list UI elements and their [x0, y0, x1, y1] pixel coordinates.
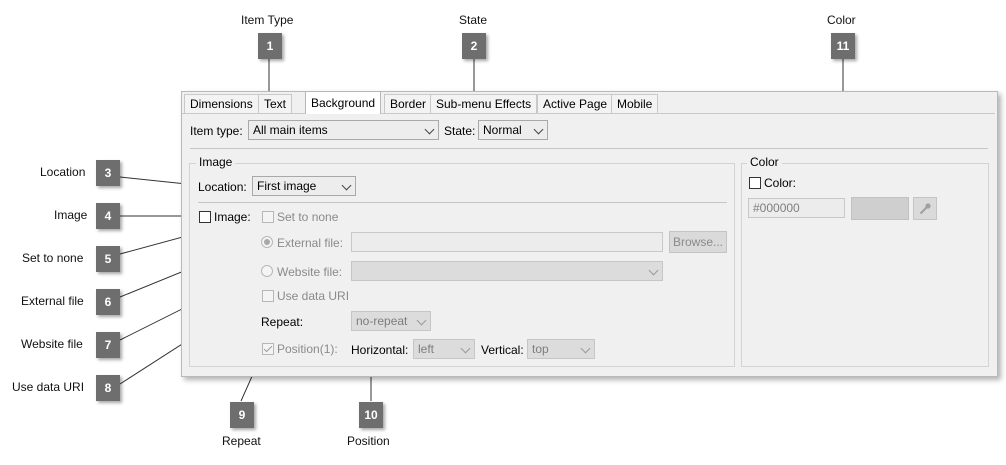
tab-text[interactable]: Text: [258, 94, 293, 113]
chevron-down-icon: [648, 265, 659, 276]
external-file-input[interactable]: [351, 232, 663, 252]
callout-badge-4: 4: [96, 203, 120, 229]
website-file-select[interactable]: [351, 261, 663, 281]
chevron-down-icon: [460, 343, 471, 354]
website-file-label: Website file:: [277, 265, 343, 279]
use-data-uri-checkbox[interactable]: [262, 290, 274, 302]
use-data-uri-label: Use data URI: [277, 289, 350, 303]
callout-label-position: Position: [347, 434, 390, 448]
eyedropper-icon: [919, 203, 931, 215]
chevron-down-icon: [424, 124, 435, 135]
external-file-label: External file:: [277, 236, 344, 250]
callout-badge-9: 9: [230, 402, 254, 428]
website-file-radio[interactable]: [261, 265, 273, 277]
radio-dot: [264, 239, 270, 245]
image-group-title: Image: [196, 155, 236, 169]
repeat-label: Repeat:: [261, 315, 304, 329]
vertical-value: top: [532, 342, 549, 356]
location-select[interactable]: First image: [252, 176, 356, 196]
tab-active-page[interactable]: Active Page: [537, 94, 614, 113]
color-swatch[interactable]: [851, 197, 909, 220]
item-type-label: Item type:: [190, 124, 243, 138]
vertical-select[interactable]: top: [527, 339, 595, 359]
callout-badge-5: 5: [96, 246, 120, 272]
callout-badge-11: 11: [831, 33, 855, 59]
callout-badge-3: 3: [96, 160, 120, 186]
chevron-down-icon: [533, 124, 544, 135]
item-type-value: All main items: [253, 123, 328, 137]
eyedropper-button[interactable]: [913, 197, 937, 220]
divider: [190, 148, 988, 149]
horizontal-value: left: [418, 342, 435, 356]
callout-label-location: Location: [40, 165, 86, 179]
set-to-none-checkbox[interactable]: [262, 211, 274, 223]
callout-label-website-file: Website file: [21, 337, 83, 351]
vertical-label: Vertical:: [481, 343, 524, 357]
tab-sub-menu-effects[interactable]: Sub-menu Effects: [430, 94, 538, 113]
state-value: Normal: [483, 123, 522, 137]
horizontal-label: Horizontal:: [351, 343, 409, 357]
checkmark-icon: [263, 343, 273, 353]
tab-mobile[interactable]: Mobile: [611, 94, 659, 113]
state-select[interactable]: Normal: [478, 120, 548, 140]
color-group: [741, 163, 989, 367]
position-checkbox[interactable]: [262, 343, 274, 355]
callout-label-use-data-uri: Use data URI: [12, 380, 85, 394]
callout-label-item-type: Item Type: [241, 13, 294, 27]
repeat-select[interactable]: no-repeat: [351, 311, 431, 331]
callout-label-external-file: External file: [21, 294, 84, 308]
set-to-none-label: Set to none: [277, 210, 339, 224]
callout-badge-7: 7: [96, 332, 120, 358]
color-group-title: Color: [747, 155, 782, 169]
background-settings-panel: Dimensions Text Background Border Sub-me…: [181, 91, 998, 377]
callout-label-set-to-none: Set to none: [22, 251, 84, 265]
callout-label-state: State: [459, 13, 488, 27]
color-checkbox-label: Color:: [764, 176, 797, 190]
chevron-down-icon: [416, 315, 427, 326]
image-checkbox[interactable]: [199, 211, 211, 223]
position-label: Position(1):: [277, 342, 338, 356]
state-label: State:: [444, 124, 476, 138]
tab-border[interactable]: Border: [384, 94, 433, 113]
divider: [198, 202, 727, 203]
location-label: Location:: [198, 180, 247, 194]
image-checkbox-label: Image:: [214, 210, 251, 224]
location-value: First image: [257, 179, 317, 193]
color-checkbox[interactable]: [749, 177, 761, 189]
horizontal-select[interactable]: left: [413, 339, 475, 359]
callout-label-image: Image: [54, 208, 88, 222]
callout-badge-6: 6: [96, 289, 120, 315]
browse-button[interactable]: Browse...: [669, 231, 727, 253]
callout-label-repeat: Repeat: [222, 434, 261, 448]
callout-label-color: Color: [827, 13, 856, 27]
callout-badge-8: 8: [96, 375, 120, 401]
callout-badge-2: 2: [462, 33, 486, 59]
callout-badge-1: 1: [258, 33, 282, 59]
color-value-input[interactable]: #000000: [748, 198, 845, 218]
callout-badge-10: 10: [359, 402, 383, 428]
tab-background[interactable]: Background: [305, 91, 382, 114]
chevron-down-icon: [341, 180, 352, 191]
tab-dimensions[interactable]: Dimensions: [184, 94, 259, 113]
repeat-value: no-repeat: [356, 314, 408, 328]
item-type-select[interactable]: All main items: [248, 120, 439, 140]
chevron-down-icon: [580, 343, 591, 354]
external-file-radio[interactable]: [261, 236, 273, 248]
